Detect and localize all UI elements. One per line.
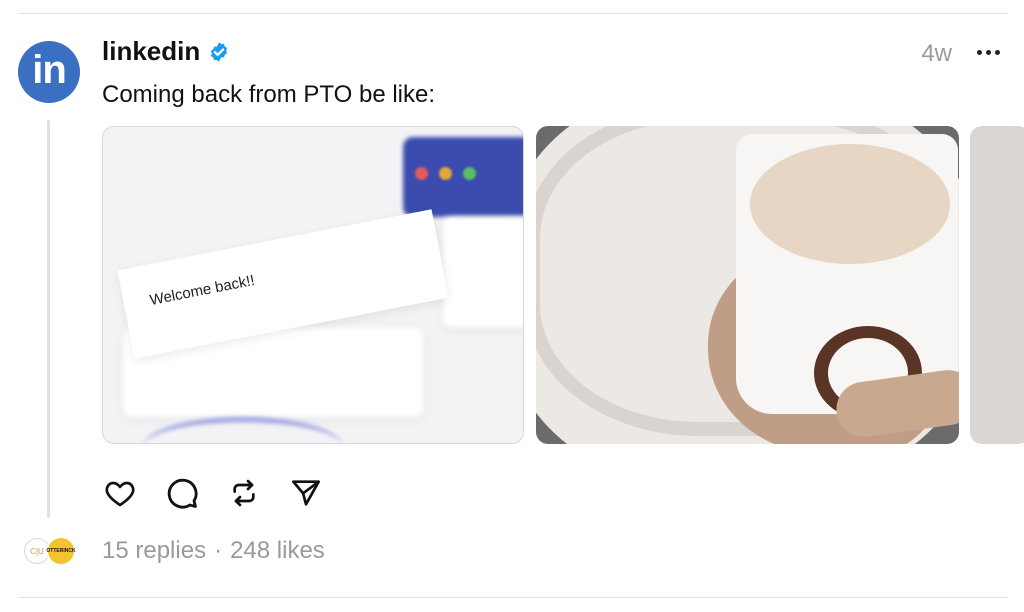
post-timestamp: 4w [921, 40, 952, 67]
post-text: Coming back from PTO be like: [102, 81, 436, 108]
window-dot-yellow [439, 167, 452, 180]
media-image-coffee-cup[interactable] [536, 126, 959, 444]
media-image-welcome-back[interactable]: Welcome back!! [102, 126, 524, 444]
replies-count[interactable]: 15 replies [102, 537, 206, 565]
window-dot-green [463, 167, 476, 180]
linkedin-avatar[interactable]: in [18, 41, 80, 103]
top-divider [18, 13, 1008, 14]
post-stats: 15 replies · 248 likes [102, 537, 325, 565]
verified-badge-icon [211, 41, 228, 62]
decorative-arc [143, 417, 343, 443]
media-carousel[interactable]: Welcome back!! [102, 126, 1024, 444]
bottom-divider [18, 597, 1008, 598]
post-header: linkedin [102, 36, 230, 67]
repost-icon[interactable] [226, 475, 262, 511]
comment-icon[interactable] [164, 475, 200, 511]
send-icon[interactable] [288, 475, 324, 511]
thread-line [47, 120, 50, 518]
window-dot-red [415, 167, 428, 180]
media-image-partial[interactable] [970, 126, 1024, 444]
likes-count[interactable]: 248 likes [230, 537, 325, 565]
action-bar [102, 475, 324, 511]
blurred-card [443, 217, 523, 327]
replier-avatars[interactable]: C|U OTTERINCK [24, 536, 80, 566]
replier-avatar: OTTERINCK [46, 536, 76, 566]
stats-separator: · [214, 537, 223, 564]
coffee-liquid [750, 144, 950, 264]
more-options-icon[interactable] [977, 50, 1000, 55]
heart-icon[interactable] [102, 475, 138, 511]
username[interactable]: linkedin [102, 36, 200, 67]
avatar-logo-text: in [32, 48, 67, 92]
